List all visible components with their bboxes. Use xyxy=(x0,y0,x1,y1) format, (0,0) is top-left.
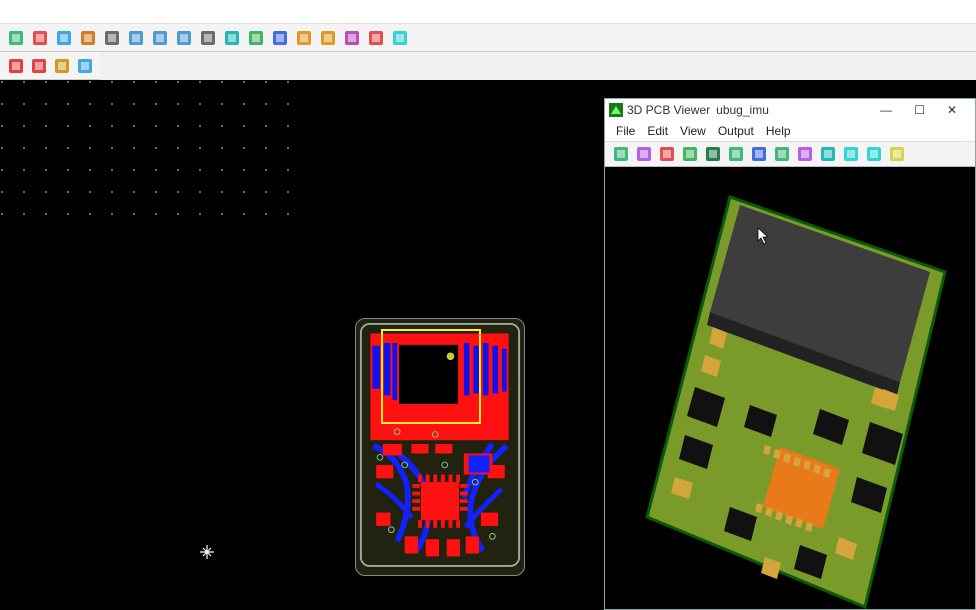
menu-view[interactable]: View xyxy=(675,122,711,140)
main-toolbar-row-1 xyxy=(0,24,976,52)
close-button[interactable]: ✕ xyxy=(941,103,963,117)
maximize-button[interactable]: ☐ xyxy=(908,103,931,117)
3d-viewer-window[interactable]: 3D PCB Viewer ubug_imu — ☐ ✕ FileEditVie… xyxy=(604,98,976,610)
highlight-icon[interactable] xyxy=(318,28,338,48)
zoom-icon[interactable] xyxy=(198,28,218,48)
purple-cut-icon[interactable] xyxy=(795,144,815,164)
undo-icon[interactable] xyxy=(150,28,170,48)
list-icon[interactable] xyxy=(75,56,94,76)
horiz-icon[interactable] xyxy=(54,28,74,48)
rotate-ccw-icon[interactable] xyxy=(366,28,386,48)
layers-icon[interactable] xyxy=(611,144,631,164)
red-3d-icon[interactable] xyxy=(657,144,677,164)
pcb-board-2d[interactable] xyxy=(355,318,525,576)
layer-green[interactable] xyxy=(246,28,266,48)
green-3d-icon[interactable] xyxy=(680,144,700,164)
legend-icon[interactable] xyxy=(78,28,98,48)
ruler-icon[interactable] xyxy=(52,56,71,76)
3d-viewer-filename: ubug_imu xyxy=(716,103,769,117)
menu-output[interactable]: Output xyxy=(713,122,759,140)
globe-blue-icon[interactable] xyxy=(749,144,769,164)
main-titlebar-remnant xyxy=(0,0,976,24)
grid-dots xyxy=(0,80,300,230)
globe-icon[interactable] xyxy=(726,144,746,164)
3d-viewer-title: 3D PCB Viewer xyxy=(627,103,710,117)
mouse-cursor-icon xyxy=(757,227,771,245)
3d-viewer-menubar: FileEditViewOutputHelp xyxy=(605,121,975,141)
menu-help[interactable]: Help xyxy=(761,122,796,140)
main-toolbar-row-2 xyxy=(0,52,100,80)
3d-app-icon xyxy=(609,103,623,117)
dark-green-icon[interactable] xyxy=(703,144,723,164)
select-arrow[interactable] xyxy=(294,28,314,48)
menu-edit[interactable]: Edit xyxy=(642,122,673,140)
aqua-icon[interactable] xyxy=(841,144,861,164)
globe-green-icon[interactable] xyxy=(772,144,792,164)
menu-file[interactable]: File xyxy=(611,122,640,140)
layer-blue[interactable] xyxy=(270,28,290,48)
selection-rectangle[interactable] xyxy=(381,329,481,424)
dot-icon[interactable] xyxy=(102,28,122,48)
sync-icon[interactable] xyxy=(126,28,146,48)
grid-blue[interactable] xyxy=(6,28,26,48)
grid-red[interactable] xyxy=(30,28,50,48)
minimize-button[interactable]: — xyxy=(874,103,898,117)
purple-icon[interactable] xyxy=(634,144,654,164)
3d-viewer-titlebar[interactable]: 3D PCB Viewer ubug_imu — ☐ ✕ xyxy=(605,99,975,121)
red-tool[interactable] xyxy=(6,56,25,76)
redo-icon[interactable] xyxy=(174,28,194,48)
rotate-icon[interactable] xyxy=(342,28,362,48)
teal-cut-icon[interactable] xyxy=(818,144,838,164)
aqua-cut-icon[interactable] xyxy=(864,144,884,164)
crosshair-cursor xyxy=(200,545,214,559)
3d-viewer-toolbar xyxy=(605,141,975,167)
help-icon[interactable] xyxy=(887,144,907,164)
teal-box[interactable] xyxy=(390,28,410,48)
red-tool-2[interactable] xyxy=(29,56,48,76)
3d-viewport[interactable] xyxy=(605,167,975,609)
layer-teal[interactable] xyxy=(222,28,242,48)
3d-board-render xyxy=(605,167,975,609)
